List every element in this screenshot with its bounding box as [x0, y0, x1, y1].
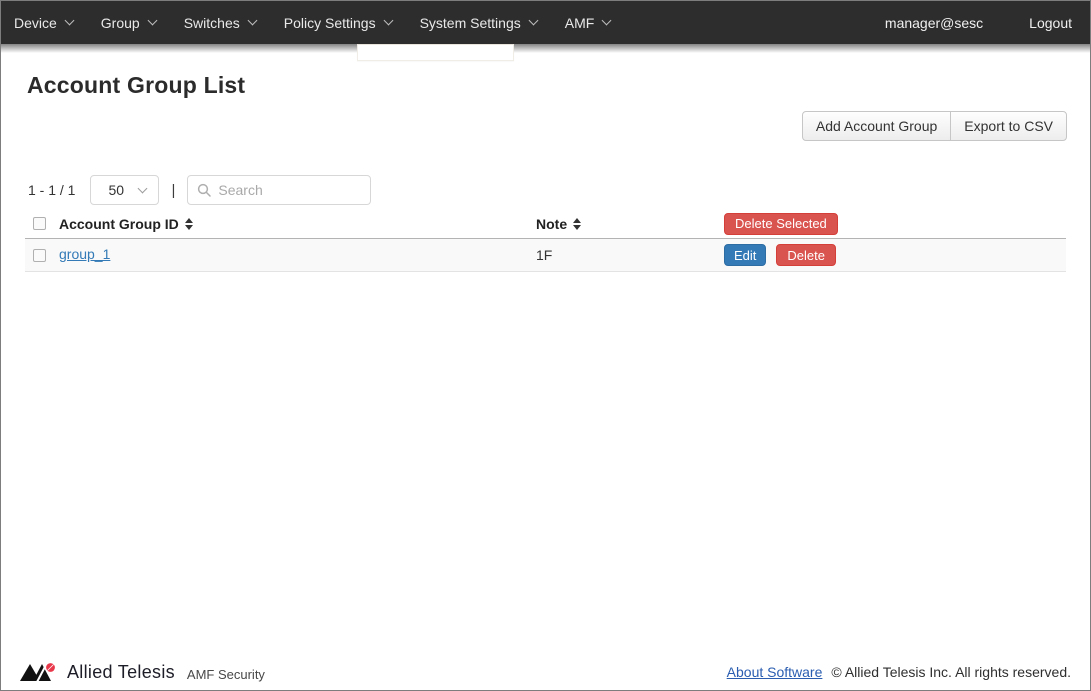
sort-icon	[573, 217, 582, 230]
search-box	[187, 175, 372, 205]
nav-item-amf[interactable]: AMF	[564, 14, 612, 31]
nav-item-policy-settings[interactable]: Policy Settings	[283, 14, 394, 31]
delete-selected-button[interactable]: Delete Selected	[724, 212, 838, 235]
search-icon	[198, 183, 212, 197]
nav-item-label: Device	[14, 14, 57, 31]
navbar-shadow	[1, 44, 1090, 53]
nav-item-system-settings[interactable]: System Settings	[419, 14, 539, 31]
nav-item-label: Switches	[183, 14, 240, 31]
add-account-group-button[interactable]: Add Account Group	[801, 111, 952, 141]
chevron-down-icon	[138, 183, 148, 194]
page-actions: Add Account Group Export to CSV	[801, 111, 1067, 141]
select-all-checkbox[interactable]	[33, 217, 46, 230]
brand-name: Allied Telesis	[67, 661, 175, 682]
nav-item-label: System Settings	[419, 14, 521, 31]
sort-icon	[184, 217, 193, 230]
nav-item-label: AMF	[564, 14, 595, 31]
search-input[interactable]	[218, 182, 362, 198]
footer-brand: Allied Telesis AMF Security	[20, 661, 265, 683]
nav-item-device[interactable]: Device	[14, 14, 75, 31]
note-cell: 1F	[536, 247, 553, 263]
page-size-value: 50	[108, 182, 125, 198]
nav-item-group[interactable]: Group	[100, 14, 158, 31]
account-group-link[interactable]: group_1	[59, 246, 110, 262]
toolbar-divider: |	[171, 181, 176, 199]
page-title: Account Group List	[27, 72, 246, 98]
chevron-down-icon	[528, 15, 539, 26]
user-account-link[interactable]: manager@sesc	[885, 15, 983, 31]
table-row: group_1 1F Edit Delete	[25, 239, 1066, 272]
export-csv-button[interactable]: Export to CSV	[950, 111, 1067, 141]
top-navbar: Device Group Switches Policy Settings Sy…	[1, 1, 1090, 44]
chevron-down-icon	[601, 15, 612, 26]
nav-item-label: Policy Settings	[283, 14, 376, 31]
nav-item-switches[interactable]: Switches	[183, 14, 258, 31]
footer-links: About Software © Allied Telesis Inc. All…	[727, 664, 1071, 680]
pagination-range: 1 - 1 / 1	[28, 182, 76, 198]
dropdown-remnant	[357, 44, 514, 61]
allied-telesis-logo-icon	[20, 662, 55, 683]
table-header-row: Account Group ID Note Delete Selected	[25, 209, 1066, 239]
product-name: AMF Security	[186, 666, 265, 682]
list-toolbar: 1 - 1 / 1 50 |	[28, 175, 372, 205]
chevron-down-icon	[247, 15, 258, 26]
page-size-select[interactable]: 50	[90, 175, 160, 205]
logout-link[interactable]: Logout	[1029, 15, 1072, 31]
column-header-account-group-id[interactable]: Account Group ID	[59, 216, 536, 232]
chevron-down-icon	[383, 15, 394, 26]
nav-item-label: Group	[100, 14, 140, 31]
nav-right: manager@sesc Logout	[885, 15, 1072, 31]
about-software-link[interactable]: About Software	[727, 664, 823, 680]
nav-menu: Device Group Switches Policy Settings Sy…	[14, 14, 612, 31]
footer: Allied Telesis AMF Security About Softwa…	[1, 661, 1090, 690]
chevron-down-icon	[64, 15, 75, 26]
copyright-text: © Allied Telesis Inc. All rights reserve…	[831, 664, 1071, 680]
chevron-down-icon	[147, 15, 158, 26]
column-header-note[interactable]: Note	[536, 216, 724, 232]
row-checkbox[interactable]	[33, 248, 46, 262]
delete-button[interactable]: Delete	[776, 244, 836, 266]
edit-button[interactable]: Edit	[724, 244, 767, 266]
app-window: Device Group Switches Policy Settings Sy…	[0, 0, 1091, 691]
account-group-table: Account Group ID Note Delete Selected gr…	[25, 209, 1066, 272]
